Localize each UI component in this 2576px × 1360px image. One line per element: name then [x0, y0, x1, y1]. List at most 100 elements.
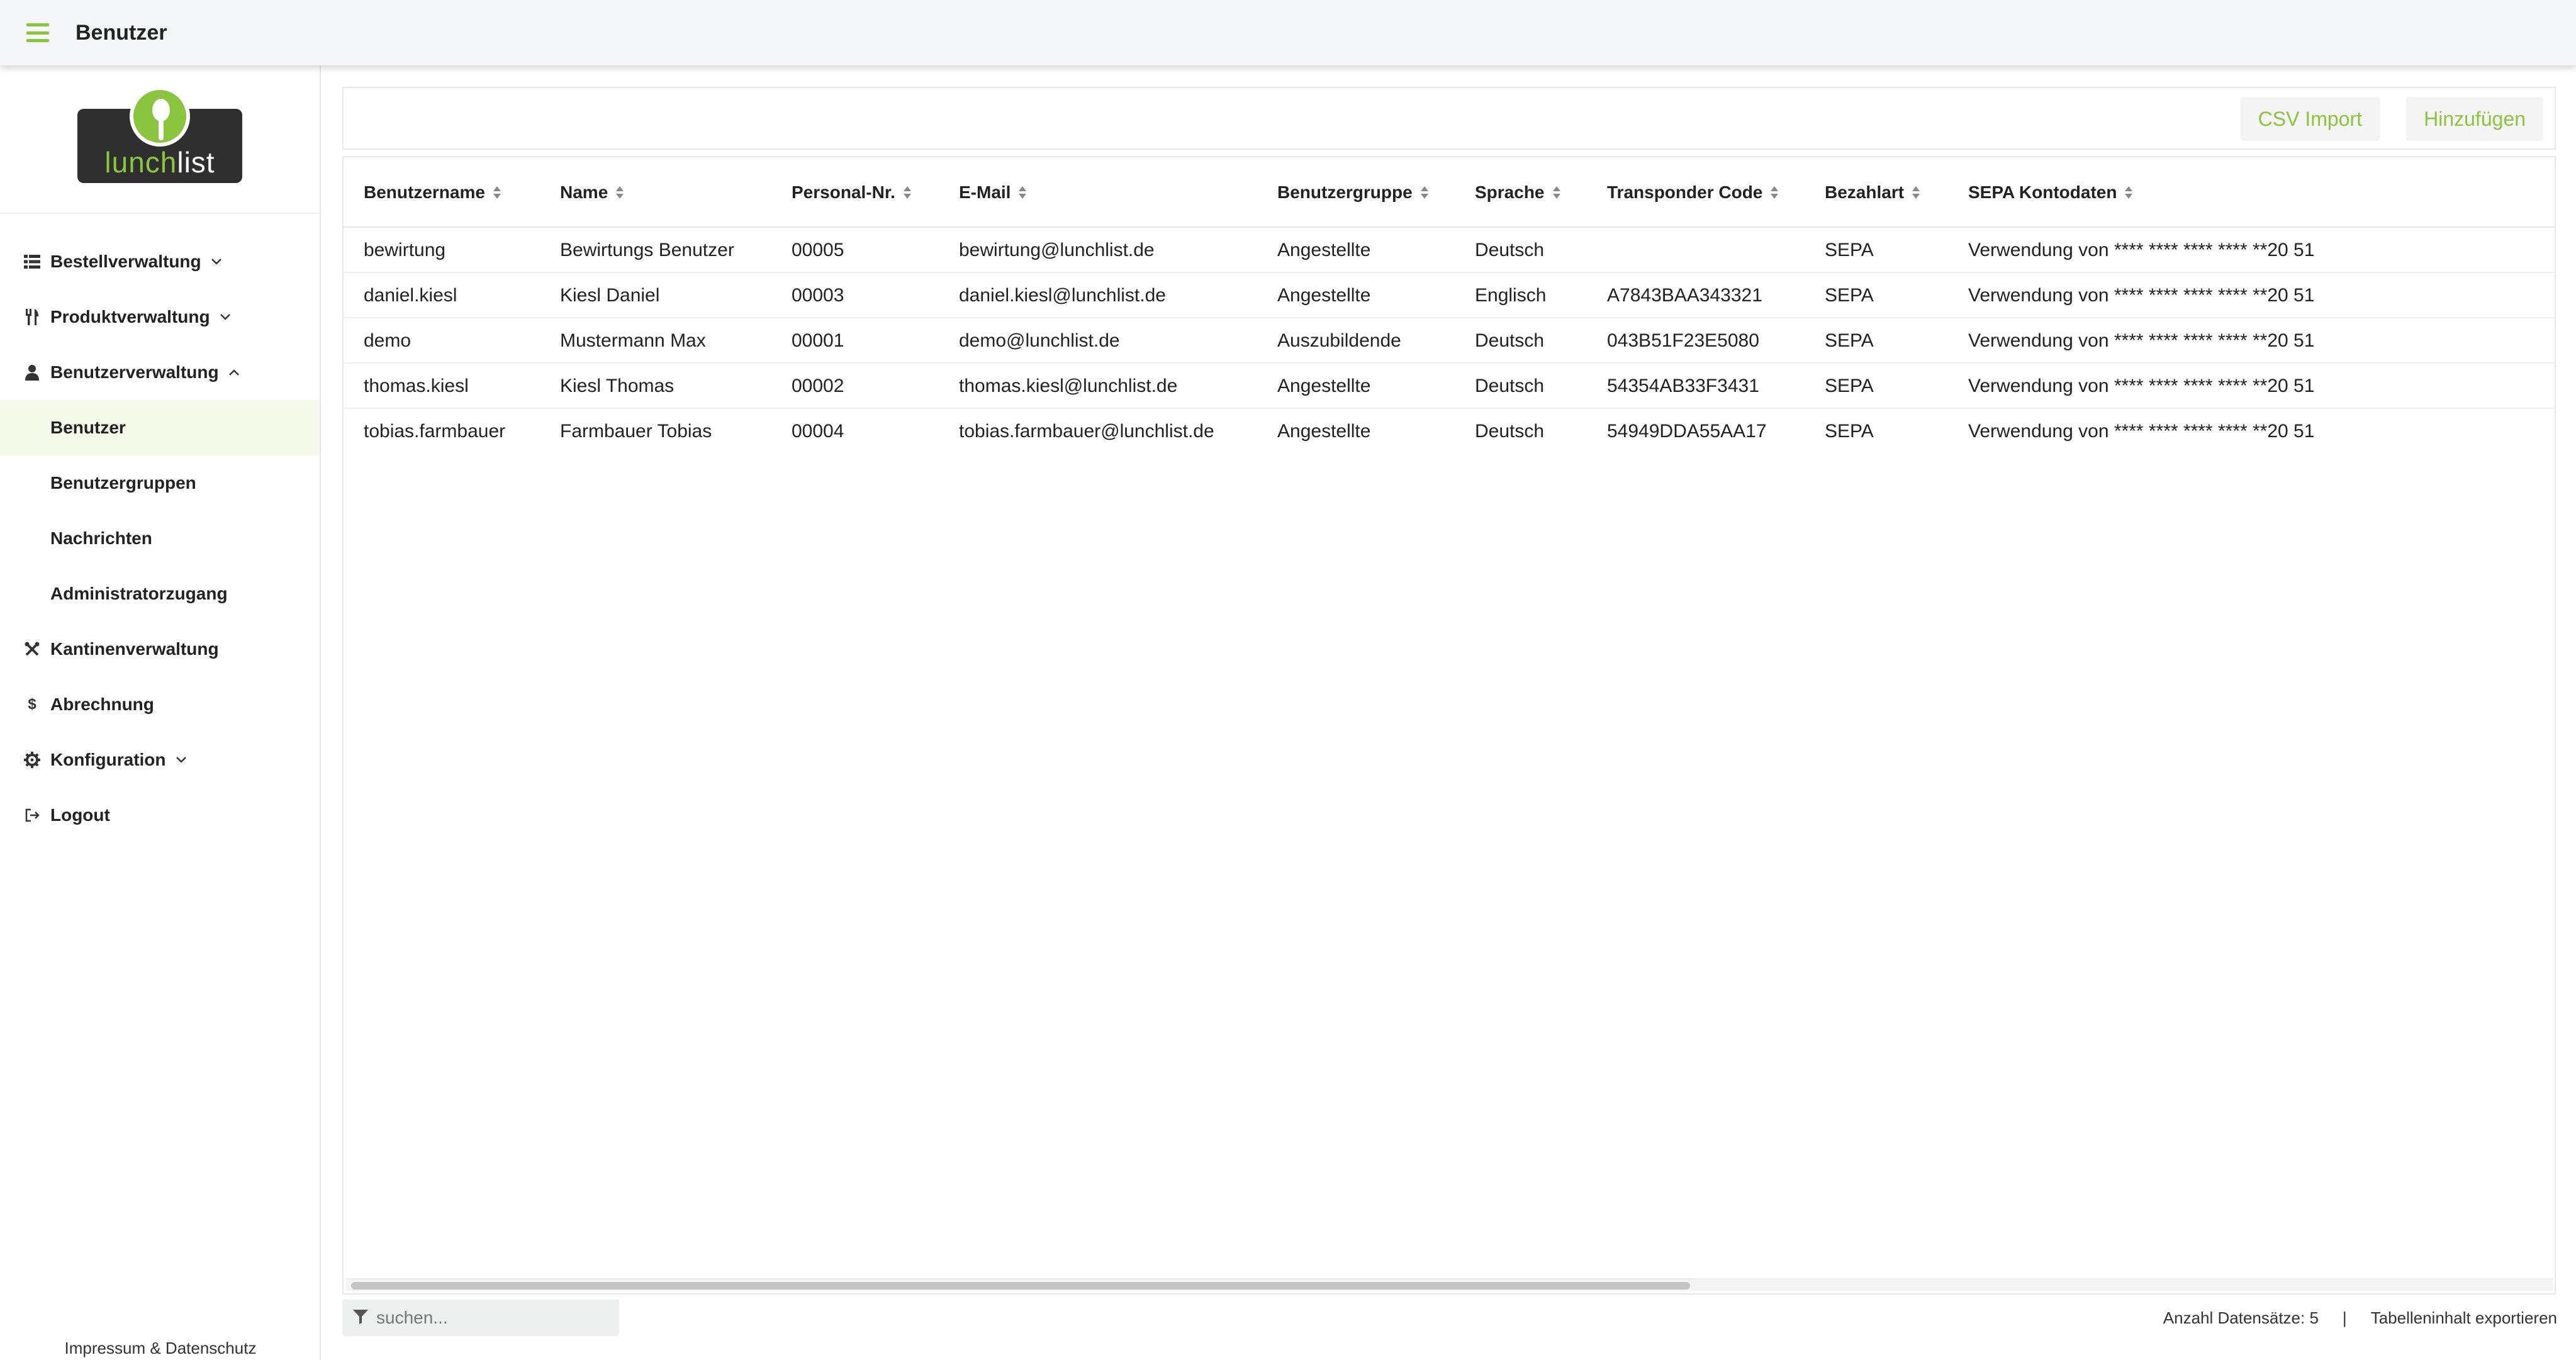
cell-sepa-kontodaten: Verwendung von **** **** **** **** **20 … — [1968, 330, 2315, 351]
cell-bezahlart: SEPA — [1825, 376, 1874, 396]
sort-icon — [1912, 185, 1920, 200]
dollar-icon: $ — [28, 696, 36, 713]
sort-icon — [2124, 185, 2133, 200]
sort-icon — [1552, 185, 1561, 200]
top-bar: Benutzer — [0, 0, 2576, 65]
table-row[interactable]: bewirtung Bewirtungs Benutzer 00005 bewi… — [344, 228, 2555, 273]
sidebar-item-produktverwaltung[interactable]: Produktverwaltung — [0, 289, 320, 345]
table-row[interactable]: daniel.kiesl Kiesl Daniel 00003 daniel.k… — [344, 273, 2555, 318]
cell-sprache: Deutsch — [1475, 240, 1545, 260]
sidebar-subitem-label: Nachrichten — [50, 528, 152, 548]
cell-email: tobias.farmbauer@lunchlist.de — [959, 421, 1214, 442]
cell-name: Mustermann Max — [560, 330, 706, 351]
cell-personal-nr: 00001 — [792, 330, 844, 351]
cell-benutzername: bewirtung — [364, 240, 446, 260]
logo-area: lunchlist — [0, 65, 320, 214]
sidebar: lunchlist Bestellverwaltung Produktverwa… — [0, 65, 321, 1360]
sort-icon — [903, 185, 912, 200]
column-header-sprache[interactable]: Sprache — [1475, 157, 1561, 228]
cell-benutzergruppe: Angestellte — [1277, 285, 1371, 306]
search-input[interactable] — [376, 1308, 615, 1328]
cell-email: bewirtung@lunchlist.de — [959, 240, 1155, 260]
sidebar-subitem-nachrichten[interactable]: Nachrichten — [0, 511, 320, 566]
column-header-email[interactable]: E-Mail — [959, 157, 1027, 228]
sidebar-item-label: Bestellverwaltung — [50, 252, 201, 271]
sidebar-nav: Bestellverwaltung Produktverwaltung Benu… — [0, 214, 320, 843]
column-header-transponder-code[interactable]: Transponder Code — [1607, 157, 1779, 228]
sidebar-item-label: Logout — [50, 805, 110, 825]
sidebar-item-bestellverwaltung[interactable]: Bestellverwaltung — [0, 234, 320, 289]
cell-benutzergruppe: Auszubildende — [1277, 330, 1401, 351]
sidebar-item-logout[interactable]: Logout — [0, 788, 320, 843]
table-header: Benutzername Name Personal-Nr. E-Mail Be… — [344, 157, 2555, 228]
toolbar: CSV Import Hinzufügen — [342, 87, 2556, 150]
cell-personal-nr: 00002 — [792, 376, 844, 396]
sidebar-item-label: Produktverwaltung — [50, 307, 210, 326]
search-field[interactable] — [342, 1300, 619, 1336]
cell-benutzername: tobias.farmbauer — [364, 421, 506, 442]
status-separator: | — [2342, 1308, 2347, 1327]
cell-email: demo@lunchlist.de — [959, 330, 1120, 351]
sidebar-item-label: Kantinenverwaltung — [50, 639, 219, 659]
cell-benutzername: thomas.kiesl — [364, 376, 469, 396]
column-header-benutzername[interactable]: Benutzername — [364, 157, 501, 228]
table-row[interactable]: demo Mustermann Max 00001 demo@lunchlist… — [344, 318, 2555, 364]
sidebar-item-kantinenverwaltung[interactable]: Kantinenverwaltung — [0, 621, 320, 677]
tools-icon — [24, 641, 40, 657]
chevron-down-icon — [219, 313, 232, 321]
sidebar-subitem-benutzergruppen[interactable]: Benutzergruppen — [0, 455, 320, 511]
chevron-down-icon — [175, 755, 188, 764]
cell-benutzergruppe: Angestellte — [1277, 376, 1371, 396]
chevron-up-icon — [228, 368, 240, 377]
sidebar-subitem-label: Benutzergruppen — [50, 473, 196, 493]
cell-transponder-code: 043B51F23E5080 — [1607, 330, 1759, 351]
sidebar-item-abrechnung[interactable]: $ Abrechnung — [0, 677, 320, 732]
cell-sprache: Deutsch — [1475, 421, 1545, 442]
table-row[interactable]: tobias.farmbauer Farmbauer Tobias 00004 … — [344, 409, 2555, 454]
cell-sepa-kontodaten: Verwendung von **** **** **** **** **20 … — [1968, 240, 2315, 260]
cell-sprache: Deutsch — [1475, 376, 1545, 396]
column-header-benutzergruppe[interactable]: Benutzergruppe — [1277, 157, 1429, 228]
sidebar-item-konfiguration[interactable]: Konfiguration — [0, 732, 320, 788]
cell-email: daniel.kiesl@lunchlist.de — [959, 285, 1166, 306]
column-header-name[interactable]: Name — [560, 157, 624, 228]
table-row[interactable]: thomas.kiesl Kiesl Thomas 00002 thomas.k… — [344, 364, 2555, 409]
column-header-sepa-kontodaten[interactable]: SEPA Kontodaten — [1968, 157, 2133, 228]
cell-email: thomas.kiesl@lunchlist.de — [959, 376, 1178, 396]
list-icon — [24, 254, 40, 270]
menu-icon[interactable] — [26, 23, 49, 42]
cell-sepa-kontodaten: Verwendung von **** **** **** **** **20 … — [1968, 376, 2315, 396]
cell-bezahlart: SEPA — [1825, 240, 1874, 260]
chevron-down-icon — [210, 257, 223, 266]
cell-benutzergruppe: Angestellte — [1277, 240, 1371, 260]
horizontal-scrollbar[interactable] — [346, 1278, 2553, 1291]
impressum-link[interactable]: Impressum & Datenschutz — [0, 1339, 321, 1360]
cell-personal-nr: 00005 — [792, 240, 844, 260]
cell-sprache: Deutsch — [1475, 330, 1545, 351]
sidebar-subitem-label: Administratorzugang — [50, 584, 228, 603]
sidebar-subitem-administratorzugang[interactable]: Administratorzugang — [0, 566, 320, 621]
cell-name: Bewirtungs Benutzer — [560, 240, 734, 260]
sidebar-subitem-benutzer[interactable]: Benutzer — [0, 400, 320, 455]
cell-personal-nr: 00004 — [792, 421, 844, 442]
cell-sepa-kontodaten: Verwendung von **** **** **** **** **20 … — [1968, 421, 2315, 442]
lunchlist-logo[interactable]: lunchlist — [77, 86, 242, 183]
cell-transponder-code: 54354AB33F3431 — [1607, 376, 1759, 396]
column-header-personal-nr[interactable]: Personal-Nr. — [792, 157, 912, 228]
scrollbar-thumb[interactable] — [351, 1282, 1690, 1290]
sidebar-item-benutzerverwaltung[interactable]: Benutzerverwaltung — [0, 345, 320, 400]
sort-icon — [493, 185, 501, 200]
cell-transponder-code: A7843BAA343321 — [1607, 285, 1762, 306]
page-title: Benutzer — [76, 20, 167, 45]
add-button[interactable]: Hinzufügen — [2406, 97, 2543, 141]
spoon-logo-icon — [130, 86, 190, 147]
sidebar-subitem-label: Benutzer — [50, 418, 126, 437]
cell-name: Farmbauer Tobias — [560, 421, 712, 442]
sort-icon — [1770, 185, 1779, 200]
csv-import-button[interactable]: CSV Import — [2240, 97, 2380, 141]
sidebar-item-label: Konfiguration — [50, 750, 166, 769]
cell-benutzergruppe: Angestellte — [1277, 421, 1371, 442]
column-header-bezahlart[interactable]: Bezahlart — [1825, 157, 1920, 228]
export-table-link[interactable]: Tabelleninhalt exportieren — [2371, 1308, 2557, 1328]
cell-transponder-code: 54949DDA55AA17 — [1607, 421, 1767, 442]
